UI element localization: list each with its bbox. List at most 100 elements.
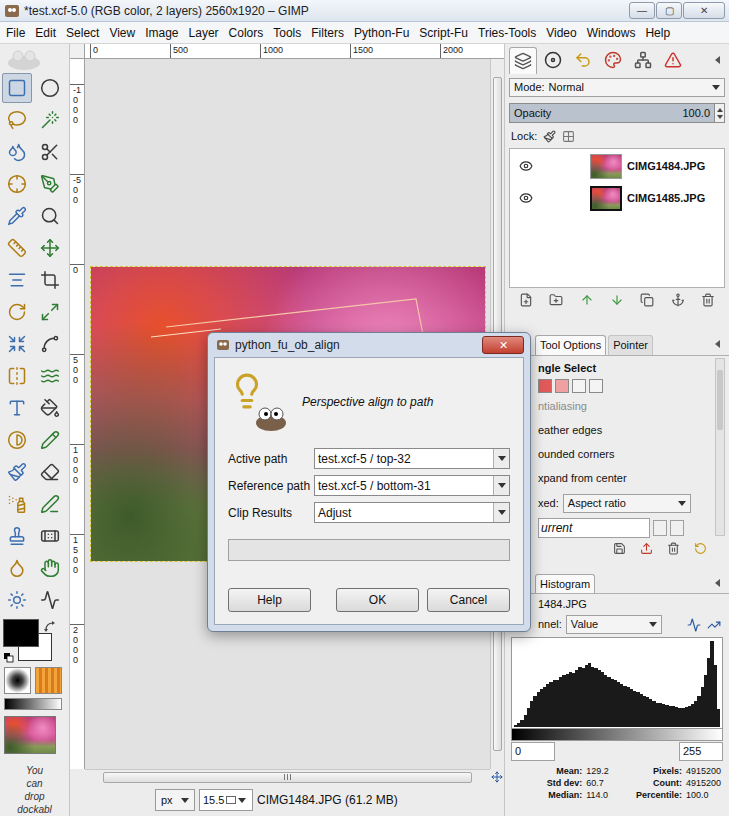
menu-item[interactable]: Filters: [306, 24, 349, 42]
tool-button[interactable]: [2, 425, 32, 455]
pattern-preview[interactable]: [35, 667, 62, 694]
tool-button[interactable]: [35, 585, 65, 615]
tool-button[interactable]: [2, 585, 32, 615]
panel-tab[interactable]: Tool Options: [535, 335, 606, 355]
window-control-button[interactable]: ✕: [683, 2, 725, 19]
tool-button[interactable]: [35, 361, 65, 391]
dock-tab[interactable]: [509, 47, 537, 74]
tool-button[interactable]: [2, 233, 32, 263]
tool-button[interactable]: [35, 137, 65, 167]
dock-tab[interactable]: [569, 47, 597, 74]
visibility-eye-icon[interactable]: [519, 159, 533, 173]
window-control-button[interactable]: ▢: [656, 2, 682, 19]
unit-combo[interactable]: px: [155, 789, 195, 811]
lower-layer-icon[interactable]: [610, 293, 624, 307]
dock-tab[interactable]: [599, 47, 627, 74]
brush-preview[interactable]: [4, 667, 31, 694]
menu-item[interactable]: Tools: [268, 24, 306, 42]
tool-button[interactable]: [2, 553, 32, 583]
opacity-slider[interactable]: Opacity100.0: [509, 103, 715, 123]
dock-menu-arrow-icon[interactable]: [713, 578, 723, 588]
linear-histogram-icon[interactable]: [687, 618, 701, 632]
gradient-preview[interactable]: [4, 698, 62, 710]
mode-subtract-button[interactable]: [572, 379, 586, 393]
mode-add-button[interactable]: [555, 379, 569, 393]
navigate-button[interactable]: [490, 769, 504, 784]
tool-button[interactable]: [35, 73, 65, 103]
tool-button[interactable]: [2, 105, 32, 135]
menu-item[interactable]: Colors: [224, 24, 269, 42]
form-combo[interactable]: test.xcf-5 / top-32: [314, 448, 510, 469]
tool-button[interactable]: [2, 457, 32, 487]
raise-layer-icon[interactable]: [580, 293, 594, 307]
panel-tab[interactable]: Histogram: [535, 574, 595, 593]
tool-button[interactable]: [2, 169, 32, 199]
menu-item[interactable]: Layer: [184, 24, 224, 42]
mode-combo[interactable]: Mode:Normal: [509, 78, 725, 97]
tool-button[interactable]: [35, 393, 65, 423]
tool-button[interactable]: [2, 489, 32, 519]
menu-item[interactable]: Script-Fu: [414, 24, 473, 42]
menu-item[interactable]: Select: [61, 24, 104, 42]
tool-button[interactable]: [35, 169, 65, 199]
tool-button[interactable]: [35, 457, 65, 487]
tool-button[interactable]: [2, 521, 32, 551]
anchor-layer-icon[interactable]: [671, 293, 685, 307]
zoom-combo[interactable]: 15.5: [199, 789, 253, 811]
reset-options-icon[interactable]: [694, 542, 707, 555]
option-checkbox-label[interactable]: eather edges: [538, 419, 715, 441]
layer-row[interactable]: CIMG1484.JPG: [510, 150, 724, 182]
tool-button[interactable]: [35, 329, 65, 359]
dock-menu-arrow-icon[interactable]: [713, 339, 723, 349]
tool-button[interactable]: [2, 201, 32, 231]
tool-button[interactable]: [2, 297, 32, 327]
menu-item[interactable]: Tries-Tools: [473, 24, 541, 42]
tool-button[interactable]: [35, 105, 65, 135]
dock-tab[interactable]: [629, 47, 657, 74]
tool-button[interactable]: [2, 361, 32, 391]
new-group-icon[interactable]: [549, 293, 563, 307]
save-options-icon[interactable]: [613, 542, 626, 555]
menu-item[interactable]: View: [104, 24, 140, 42]
opacity-spin[interactable]: [715, 103, 725, 123]
menu-item[interactable]: Edit: [30, 24, 61, 42]
tool-button[interactable]: [35, 233, 65, 263]
delete-options-icon[interactable]: [667, 542, 680, 555]
tool-button[interactable]: [35, 201, 65, 231]
option-checkbox-label[interactable]: ntialiasing: [538, 395, 715, 417]
menu-item[interactable]: Video: [541, 24, 581, 42]
dialog-button[interactable]: OK: [336, 588, 419, 612]
form-combo[interactable]: Adjust: [314, 502, 510, 523]
dialog-button[interactable]: Cancel: [427, 588, 510, 612]
lock-pixels-icon[interactable]: [543, 130, 556, 143]
restore-options-icon[interactable]: [640, 542, 653, 555]
option-checkbox-label[interactable]: xpand from center: [538, 467, 715, 489]
panel-tab[interactable]: Pointer: [608, 335, 653, 355]
horizontal-scroll-thumb[interactable]: [103, 772, 472, 783]
tool-button[interactable]: [35, 553, 65, 583]
tool-button[interactable]: [35, 521, 65, 551]
tool-button[interactable]: [2, 137, 32, 167]
ruler-corner[interactable]: [70, 44, 85, 59]
channel-combo[interactable]: Value: [566, 615, 662, 634]
option-field[interactable]: urrent: [538, 518, 650, 538]
mode-replace-button[interactable]: [538, 379, 552, 393]
default-colors-icon[interactable]: [4, 653, 14, 663]
tool-button[interactable]: [2, 265, 32, 295]
swap-colors-icon[interactable]: [44, 621, 56, 633]
tool-button[interactable]: [2, 329, 32, 359]
tool-options-scrollbar[interactable]: [715, 358, 725, 536]
horizontal-scrollbar[interactable]: [85, 769, 490, 784]
menu-item[interactable]: File: [1, 24, 30, 42]
foreground-swatch[interactable]: [3, 619, 39, 647]
tool-button[interactable]: [35, 425, 65, 455]
dialog-close-button[interactable]: ✕: [482, 336, 524, 354]
option-field-button[interactable]: [670, 520, 684, 536]
tool-button[interactable]: [35, 265, 65, 295]
window-control-button[interactable]: —: [629, 2, 655, 19]
tool-button[interactable]: [35, 297, 65, 327]
dock-tab[interactable]: [659, 47, 687, 74]
option-combo[interactable]: Aspect ratio: [563, 494, 691, 513]
delete-layer-icon[interactable]: [701, 293, 715, 307]
visibility-eye-icon[interactable]: [519, 191, 533, 205]
